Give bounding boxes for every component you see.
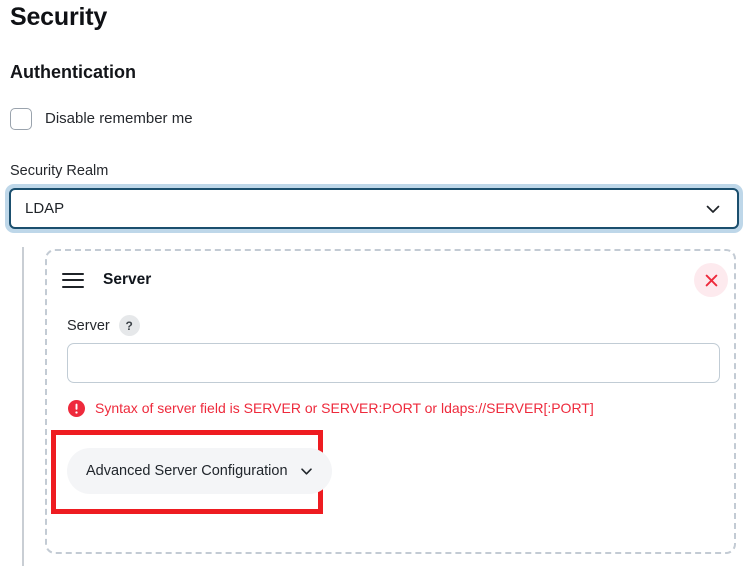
security-realm-label: Security Realm	[10, 162, 108, 181]
security-settings-page: Security Authentication Disable remember…	[0, 0, 754, 573]
group-vertical-rule	[22, 247, 24, 566]
server-field-label-row: Server ?	[67, 315, 140, 336]
section-title-authentication: Authentication	[10, 60, 136, 84]
page-title: Security	[10, 2, 107, 32]
advanced-server-configuration-button[interactable]: Advanced Server Configuration	[67, 448, 332, 494]
close-icon	[705, 274, 718, 287]
server-panel-header: Server	[62, 271, 151, 289]
disable-remember-me-row[interactable]: Disable remember me	[10, 108, 193, 130]
server-error-message-row: Syntax of server field is SERVER or SERV…	[68, 399, 594, 417]
chevron-down-icon	[705, 201, 721, 217]
server-panel-title: Server	[103, 271, 151, 289]
security-realm-select[interactable]: LDAP	[9, 188, 739, 229]
server-input[interactable]	[67, 343, 720, 383]
server-panel: Server Server ? Syntax of server fi	[45, 249, 736, 554]
server-error-message: Syntax of server field is SERVER or SERV…	[95, 399, 594, 417]
security-realm-focus-ring: LDAP	[5, 184, 743, 233]
disable-remember-me-checkbox[interactable]	[10, 108, 32, 130]
server-field-label: Server	[67, 318, 110, 334]
chevron-down-icon	[300, 465, 313, 478]
error-exclamation-icon	[68, 400, 85, 417]
advanced-server-configuration-label: Advanced Server Configuration	[86, 463, 288, 479]
hamburger-icon[interactable]	[62, 273, 84, 288]
question-mark-icon[interactable]: ?	[119, 315, 140, 336]
disable-remember-me-label: Disable remember me	[45, 109, 193, 129]
security-realm-selected-value: LDAP	[25, 200, 64, 217]
close-icon-button[interactable]	[694, 263, 728, 297]
